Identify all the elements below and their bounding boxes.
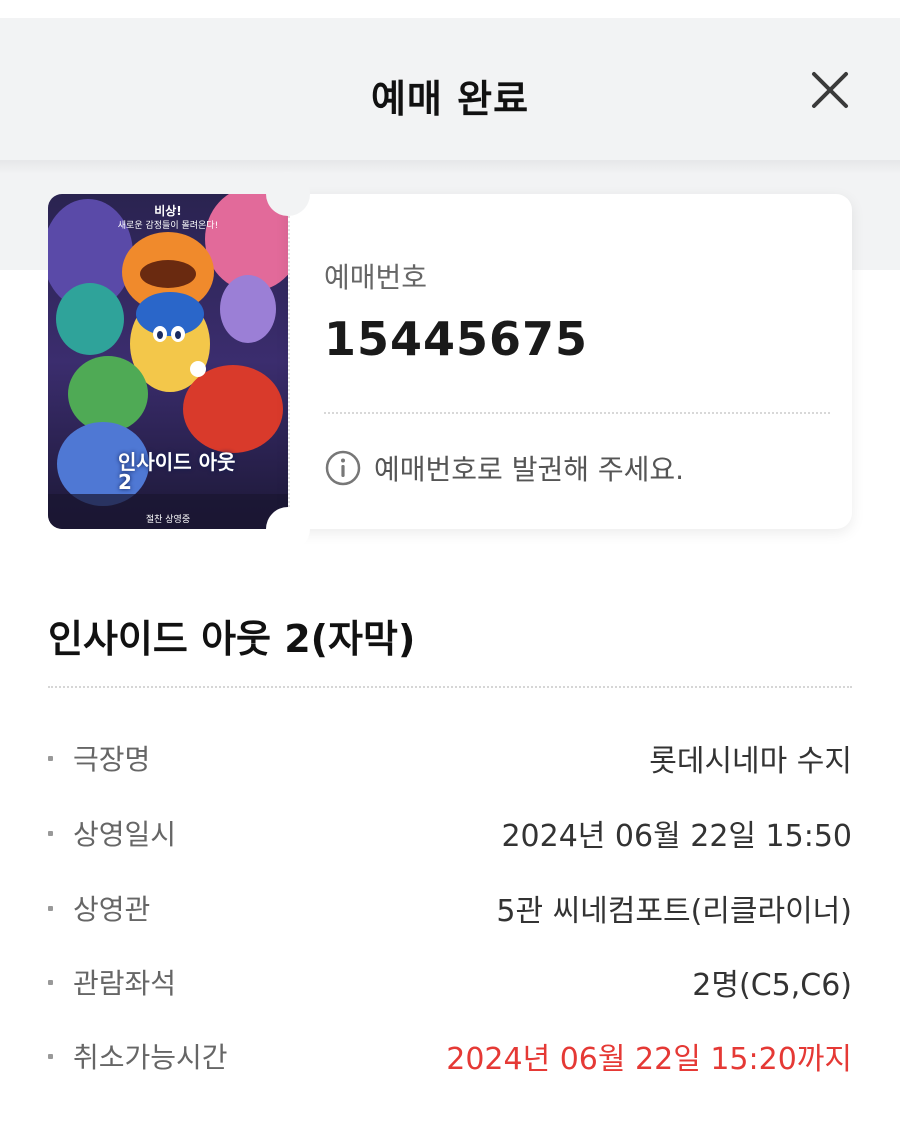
- movie-poster: 비상! 새로운 감정들이 몰려온다! 인사이드 아웃2 절찬 상영중: [48, 194, 288, 529]
- ticket-notch-bottom: [266, 507, 310, 551]
- issue-notice: 예매번호로 발권해 주세요.: [324, 448, 684, 488]
- reservation-number: 15445675: [324, 312, 589, 366]
- detail-label: 취소가능시간: [73, 1041, 228, 1074]
- reservation-label: 예매번호: [324, 261, 428, 294]
- bullet: [48, 1053, 53, 1059]
- info-icon: [325, 450, 361, 486]
- ticket-notch-top: [266, 172, 310, 216]
- detail-label: 상영일시: [73, 818, 177, 851]
- cancel-deadline-value: 2024년 06월 22일 15:20까지: [446, 1042, 852, 1077]
- status-strip: [0, 0, 900, 18]
- detail-row-seats: 관람좌석 2명(C5,C6): [48, 960, 852, 1004]
- poster-title: 인사이드 아웃2: [118, 450, 236, 494]
- header: 예매 완료: [0, 18, 900, 160]
- bullet: [48, 905, 53, 911]
- bullet: [48, 830, 53, 836]
- detail-label: 상영관: [73, 893, 151, 926]
- issue-notice-text: 예매번호로 발권해 주세요.: [374, 453, 685, 486]
- ticket-perforation: [288, 216, 290, 507]
- ticket-divider: [324, 412, 830, 414]
- bullet: [48, 755, 53, 761]
- detail-value: 5관 씨네컴포트(리클라이너): [496, 894, 852, 929]
- detail-row-cancel-deadline: 취소가능시간 2024년 06월 22일 15:20까지: [48, 1034, 852, 1078]
- detail-row-screen: 상영관 5관 씨네컴포트(리클라이너): [48, 886, 852, 930]
- close-button[interactable]: [808, 68, 852, 112]
- detail-value: 롯데시네마 수지: [649, 744, 852, 779]
- header-shadow: [0, 160, 900, 174]
- bullet: [48, 979, 53, 985]
- detail-label: 극장명: [73, 743, 151, 776]
- poster-subtagline: 새로운 감정들이 몰려온다!: [117, 221, 219, 231]
- detail-row-showtime: 상영일시 2024년 06월 22일 15:50: [48, 811, 852, 855]
- detail-value: 2명(C5,C6): [692, 968, 852, 1003]
- detail-value: 2024년 06월 22일 15:50: [501, 819, 852, 854]
- section-divider: [48, 686, 852, 688]
- page-title: 예매 완료: [370, 77, 530, 121]
- close-icon: [812, 72, 848, 108]
- detail-label: 관람좌석: [73, 967, 177, 1000]
- detail-row-theater: 극장명 롯데시네마 수지: [48, 736, 852, 780]
- ticket-card: 비상! 새로운 감정들이 몰려온다! 인사이드 아웃2 절찬 상영중 예매번호 …: [48, 172, 852, 551]
- movie-title: 인사이드 아웃 2(자막): [48, 617, 416, 661]
- poster-bottom-text: 절찬 상영중: [145, 515, 191, 525]
- poster-tagline: 비상!: [154, 204, 182, 218]
